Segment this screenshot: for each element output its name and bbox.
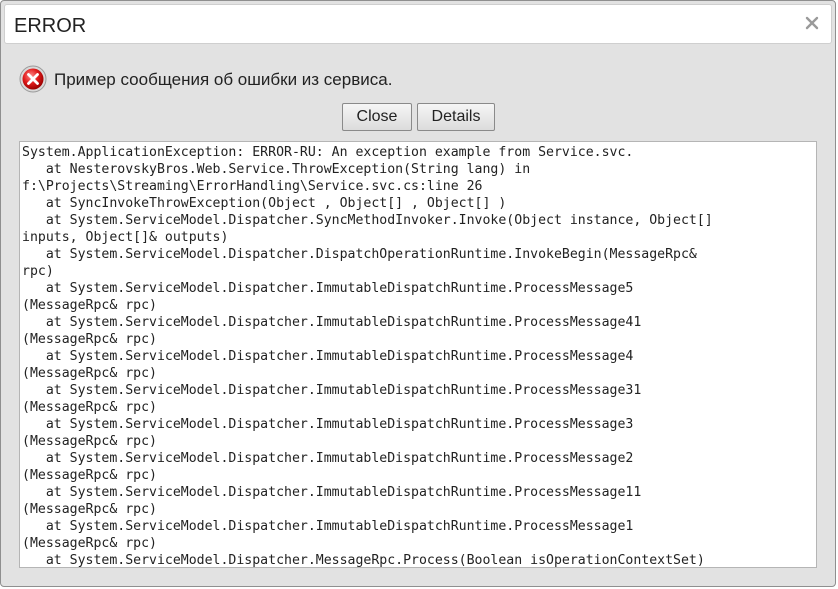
trace-line: (MessageRpc& rpc): [22, 502, 157, 517]
trace-line: (MessageRpc& rpc): [22, 332, 157, 347]
trace-line: at System.ServiceModel.Dispatcher.Messag…: [22, 553, 705, 568]
trace-line: at System.ServiceModel.Dispatcher.SyncMe…: [22, 213, 713, 228]
trace-line: at SyncInvokeThrowException(Object , Obj…: [22, 196, 507, 211]
trace-line: at System.ServiceModel.Dispatcher.Immuta…: [22, 485, 642, 500]
trace-line: at NesterovskyBros.Web.Service.ThrowExce…: [22, 162, 531, 177]
error-icon: [19, 65, 47, 93]
trace-line: inputs, Object[]& outputs): [22, 230, 229, 245]
error-message-row: Пример сообщения об ошибки из сервиса.: [19, 65, 819, 95]
trace-line: (MessageRpc& rpc): [22, 366, 157, 381]
trace-line: at System.ServiceModel.Dispatcher.Immuta…: [22, 315, 642, 330]
close-icon[interactable]: [803, 14, 821, 32]
error-dialog: ERROR Пример сообщения об ошибки из серв…: [0, 0, 836, 587]
trace-line: System.ApplicationException: ERROR-RU: A…: [22, 145, 634, 160]
trace-line: at System.ServiceModel.Dispatcher.Immuta…: [22, 349, 634, 364]
trace-line: at System.ServiceModel.Dispatcher.Dispat…: [22, 247, 697, 262]
dialog-title: ERROR: [14, 15, 87, 37]
stack-trace-text: System.ApplicationException: ERROR-RU: A…: [20, 142, 816, 568]
trace-line: at System.ServiceModel.Dispatcher.Immuta…: [22, 281, 634, 296]
details-button[interactable]: Details: [417, 103, 495, 131]
trace-line: f:\Projects\Streaming\ErrorHandling\Serv…: [22, 179, 483, 194]
stack-trace-panel[interactable]: System.ApplicationException: ERROR-RU: A…: [19, 141, 817, 568]
error-message: Пример сообщения об ошибки из сервиса.: [54, 70, 393, 89]
dialog-titlebar: ERROR: [4, 4, 832, 44]
trace-line: at System.ServiceModel.Dispatcher.Immuta…: [22, 417, 634, 432]
trace-line: (MessageRpc& rpc): [22, 468, 157, 483]
trace-line: at System.ServiceModel.Dispatcher.Immuta…: [22, 451, 634, 466]
trace-line: (MessageRpc& rpc): [22, 536, 157, 551]
trace-line: at System.ServiceModel.Dispatcher.Immuta…: [22, 383, 642, 398]
trace-line: (MessageRpc& rpc): [22, 400, 157, 415]
trace-line: (MessageRpc& rpc): [22, 298, 157, 313]
trace-line: at System.ServiceModel.Dispatcher.Immuta…: [22, 519, 634, 534]
trace-line: rpc): [22, 264, 54, 279]
trace-line: (MessageRpc& rpc): [22, 434, 157, 449]
close-button[interactable]: Close: [342, 103, 412, 131]
